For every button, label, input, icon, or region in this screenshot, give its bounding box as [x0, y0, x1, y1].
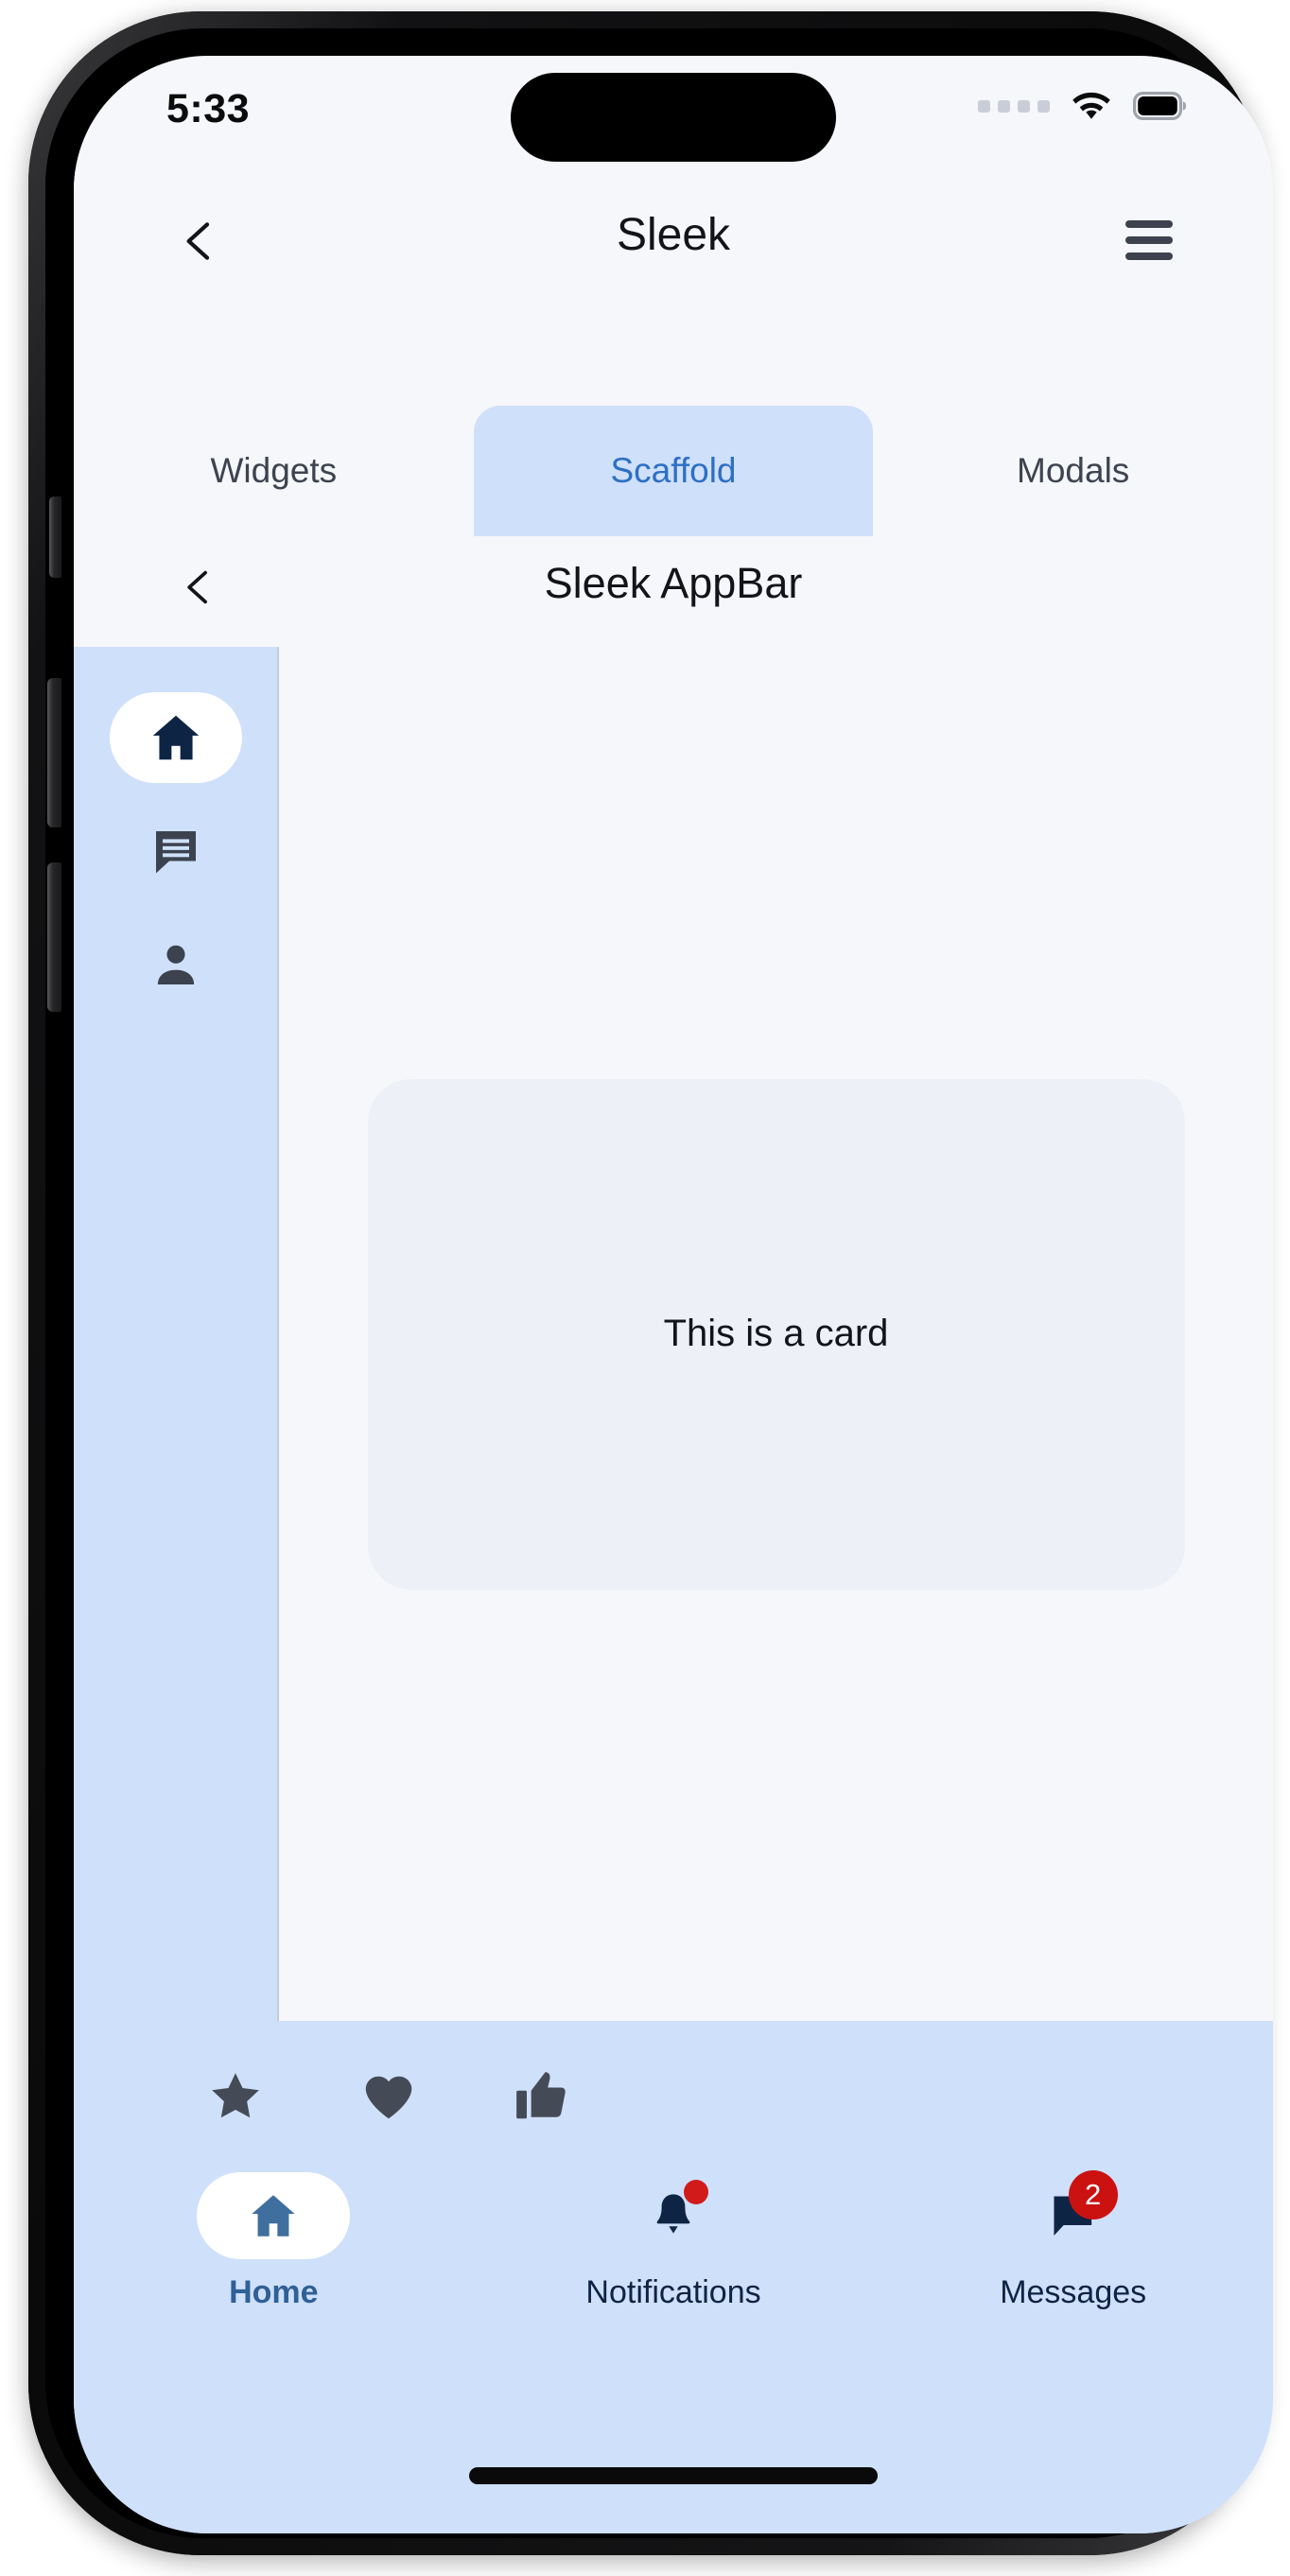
bottom-nav-label-home: Home — [229, 2274, 319, 2310]
page-title: Sleek — [616, 210, 731, 260]
dynamic-island — [511, 73, 836, 162]
phone-screen: 5:33 Sleek Widgets Scaffold Modals Sleek… — [74, 56, 1273, 2533]
person-icon — [157, 945, 194, 984]
status-bar: 5:33 — [74, 56, 1273, 171]
inner-app-bar: Sleek AppBar — [74, 536, 1273, 647]
bottom-nav-item-home[interactable]: Home — [74, 2172, 474, 2361]
demo-card-text: This is a card — [663, 1313, 889, 1354]
star-icon[interactable] — [206, 2067, 265, 2126]
chat-message-icon — [155, 831, 196, 874]
bottom-nav-label-notifications: Notifications — [585, 2274, 761, 2310]
bottom-nav-item-messages[interactable]: 2 Messages — [873, 2170, 1273, 2361]
home-icon — [252, 2195, 296, 2237]
status-bar-indicators — [978, 90, 1186, 122]
heart-icon[interactable] — [359, 2067, 418, 2126]
bottom-nav-item-notifications[interactable]: Notifications — [474, 2172, 874, 2361]
bottom-nav-label-messages: Messages — [1000, 2274, 1147, 2310]
tab-bar: Widgets Scaffold Modals — [74, 406, 1273, 538]
battery-full-icon — [1133, 92, 1186, 120]
tab-modals[interactable]: Modals — [873, 406, 1273, 536]
thumb-up-icon[interactable] — [513, 2067, 571, 2126]
notification-badge-dot — [684, 2180, 708, 2204]
volume-up-button[interactable] — [47, 678, 61, 827]
inner-app-bar-title: Sleek AppBar — [544, 559, 803, 607]
phone-device-frame: 5:33 Sleek Widgets Scaffold Modals Sleek… — [28, 11, 1273, 2555]
app-bar: Sleek — [74, 171, 1273, 309]
silent-switch-button[interactable] — [49, 496, 61, 578]
signal-dots-icon — [978, 99, 1050, 113]
status-bar-clock: 5:33 — [166, 86, 251, 131]
rail-item-home[interactable] — [74, 681, 277, 794]
scaffold-body: This is a card — [279, 647, 1273, 2021]
tab-widgets[interactable]: Widgets — [74, 406, 474, 536]
demo-card: This is a card — [367, 1078, 1185, 1590]
navigation-rail — [74, 647, 279, 2021]
bottom-navigation-bar: Home Notifications 2 Messages — [74, 2170, 1273, 2361]
home-icon — [152, 715, 199, 760]
scaffold-demo: Sleek AppBar This is a card Home Notific… — [74, 536, 1273, 2533]
tab-scaffold[interactable]: Scaffold — [473, 406, 874, 536]
hamburger-menu-icon[interactable] — [1125, 220, 1173, 260]
home-indicator[interactable] — [469, 2467, 878, 2484]
rail-item-messages[interactable] — [74, 794, 277, 908]
action-icon-row — [74, 2021, 1273, 2172]
volume-down-button[interactable] — [47, 862, 61, 1012]
wifi-icon — [1072, 92, 1110, 119]
messages-badge-count: 2 — [1068, 2170, 1118, 2219]
rail-item-profile[interactable] — [74, 908, 277, 1021]
